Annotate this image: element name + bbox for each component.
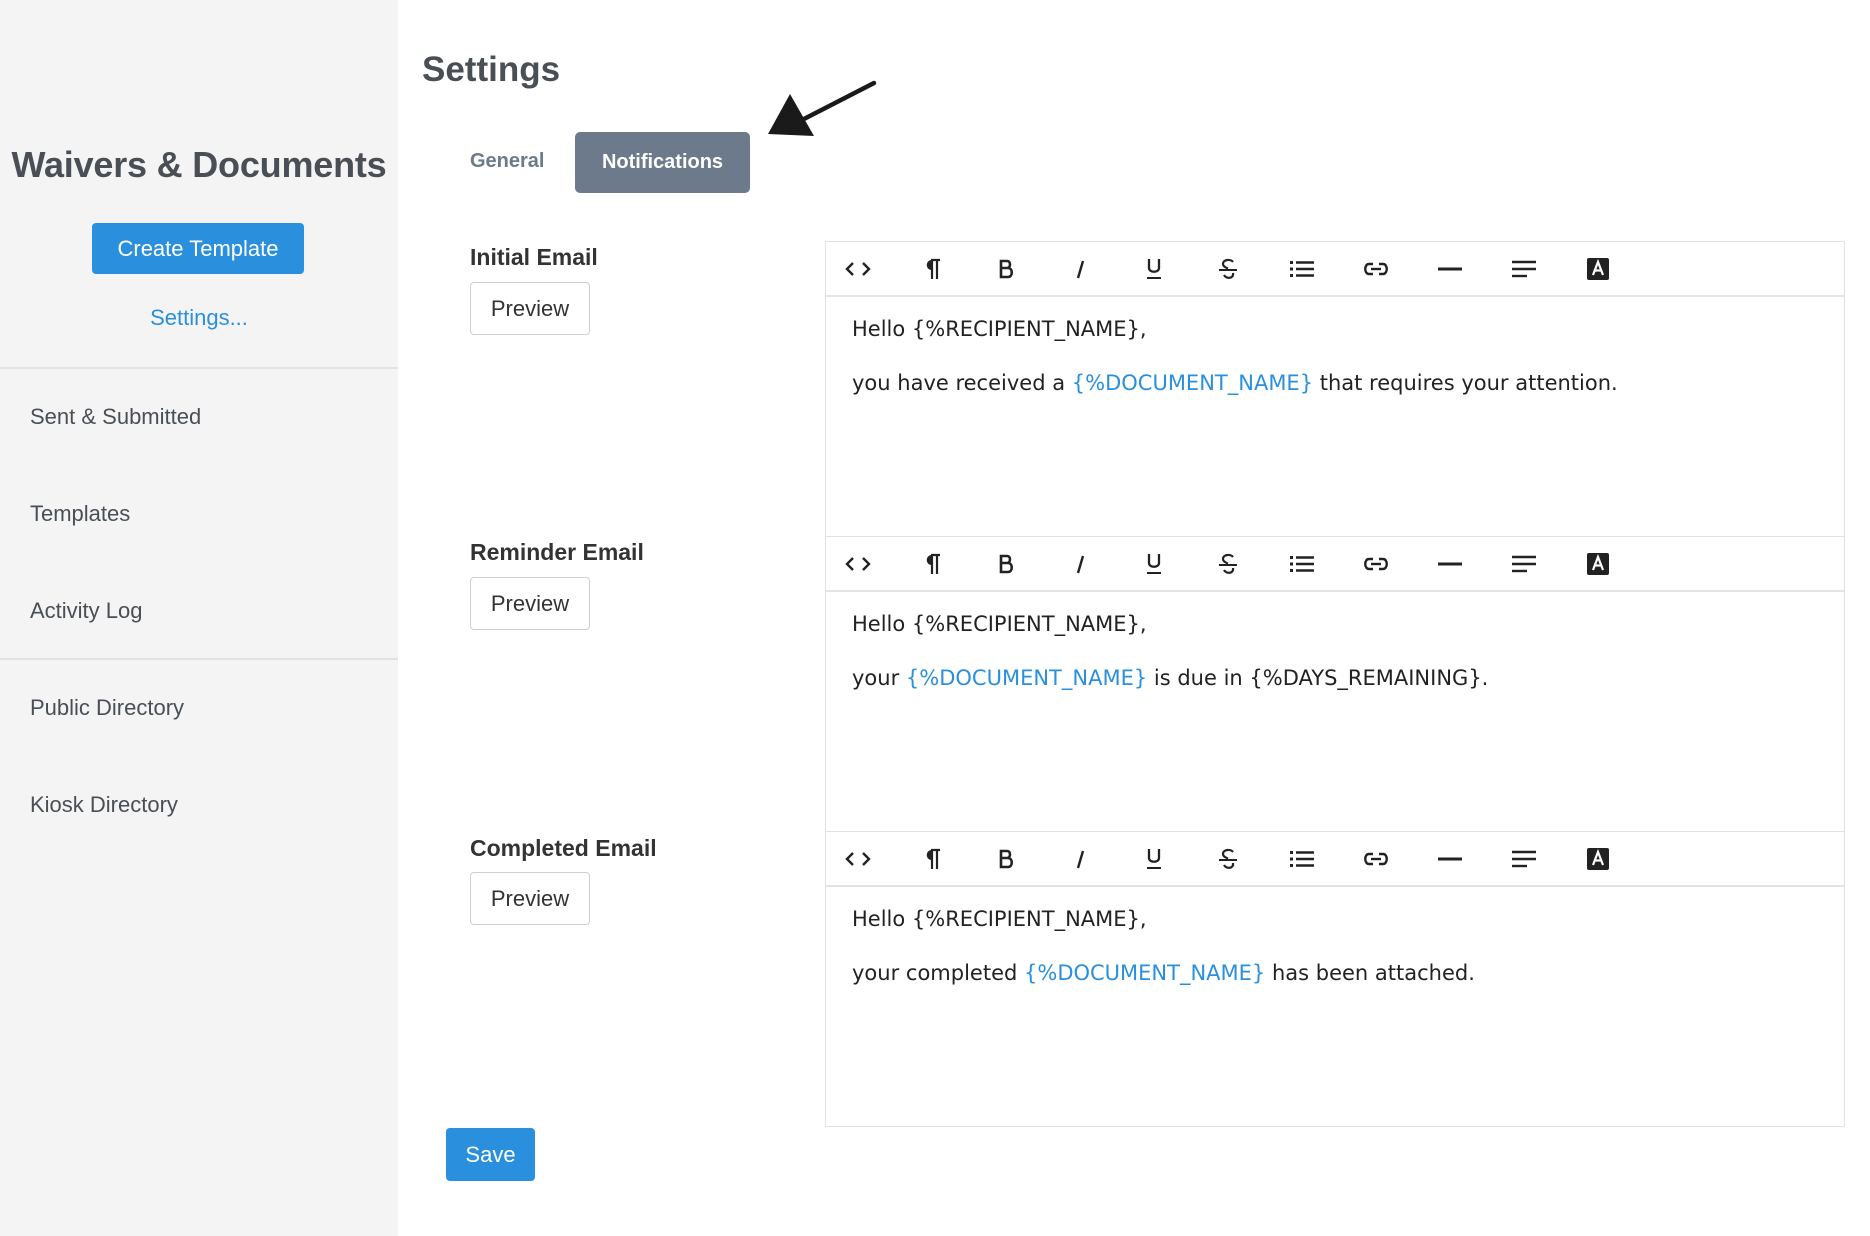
editor-text: your bbox=[852, 666, 906, 690]
editor-line: your completed {%DOCUMENT_NAME} has been… bbox=[852, 963, 1818, 984]
tab-general[interactable]: General bbox=[470, 150, 544, 173]
italic-icon[interactable] bbox=[1060, 252, 1100, 286]
strikethrough-icon[interactable] bbox=[1208, 252, 1248, 286]
sidebar-divider bbox=[0, 367, 398, 369]
link-icon[interactable] bbox=[1356, 547, 1396, 581]
horizontal-rule-icon[interactable] bbox=[1430, 842, 1470, 876]
editor-line: your {%DOCUMENT_NAME} is due in {%DAYS_R… bbox=[852, 668, 1818, 689]
editor-line: you have received a {%DOCUMENT_NAME} tha… bbox=[852, 373, 1818, 394]
editor-toolbar bbox=[826, 242, 1844, 297]
reminder-email-editor[interactable]: Hello {%RECIPIENT_NAME}, your {%DOCUMENT… bbox=[825, 536, 1845, 832]
link-icon[interactable] bbox=[1356, 842, 1396, 876]
sidebar-item-sent-submitted[interactable]: Sent & Submitted bbox=[30, 404, 201, 430]
reminder-email-label: Reminder Email bbox=[470, 539, 644, 565]
horizontal-rule-icon[interactable] bbox=[1430, 252, 1470, 286]
save-button[interactable]: Save bbox=[446, 1128, 535, 1181]
paragraph-icon[interactable] bbox=[912, 547, 952, 581]
create-template-button[interactable]: Create Template bbox=[92, 223, 304, 274]
editor-greeting: Hello {%RECIPIENT_NAME}, bbox=[852, 612, 1147, 636]
editor-toolbar bbox=[826, 832, 1844, 887]
initial-email-preview-button[interactable]: Preview bbox=[470, 282, 590, 335]
main-content: Settings General Notifications Initial E… bbox=[398, 0, 1870, 1236]
editor-text: your completed bbox=[852, 961, 1024, 985]
underline-icon[interactable] bbox=[1134, 547, 1174, 581]
code-view-icon[interactable] bbox=[838, 252, 878, 286]
tab-notifications[interactable]: Notifications bbox=[575, 132, 750, 193]
bold-icon[interactable] bbox=[986, 252, 1026, 286]
link-icon[interactable] bbox=[1356, 252, 1396, 286]
settings-link[interactable]: Settings... bbox=[0, 305, 398, 331]
paragraph-icon[interactable] bbox=[912, 252, 952, 286]
initial-email-editor[interactable]: Hello {%RECIPIENT_NAME}, you have receiv… bbox=[825, 241, 1845, 537]
editor-body[interactable]: Hello {%RECIPIENT_NAME}, your completed … bbox=[826, 887, 1844, 1039]
paragraph-icon[interactable] bbox=[912, 842, 952, 876]
bulleted-list-icon[interactable] bbox=[1282, 252, 1322, 286]
page-title: Settings bbox=[422, 50, 561, 89]
initial-email-label: Initial Email bbox=[470, 244, 598, 270]
align-icon[interactable] bbox=[1504, 842, 1544, 876]
sidebar-item-templates[interactable]: Templates bbox=[30, 501, 130, 527]
app-root: Waivers & Documents Create Template Sett… bbox=[0, 0, 1870, 1236]
italic-icon[interactable] bbox=[1060, 547, 1100, 581]
sidebar: Waivers & Documents Create Template Sett… bbox=[0, 0, 398, 1236]
editor-greeting: Hello {%RECIPIENT_NAME}, bbox=[852, 907, 1147, 931]
horizontal-rule-icon[interactable] bbox=[1430, 547, 1470, 581]
code-view-icon[interactable] bbox=[838, 547, 878, 581]
sidebar-item-public-directory[interactable]: Public Directory bbox=[30, 695, 184, 721]
bold-icon[interactable] bbox=[986, 842, 1026, 876]
bulleted-list-icon[interactable] bbox=[1282, 547, 1322, 581]
editor-toolbar bbox=[826, 537, 1844, 592]
sidebar-divider bbox=[0, 658, 398, 660]
editor-body[interactable]: Hello {%RECIPIENT_NAME}, your {%DOCUMENT… bbox=[826, 592, 1844, 744]
sidebar-item-kiosk-directory[interactable]: Kiosk Directory bbox=[30, 792, 178, 818]
pointer-arrow-icon bbox=[768, 80, 877, 136]
document-name-token: {%DOCUMENT_NAME} bbox=[905, 666, 1148, 690]
text-color-icon[interactable] bbox=[1578, 842, 1618, 876]
bulleted-list-icon[interactable] bbox=[1282, 842, 1322, 876]
completed-email-preview-button[interactable]: Preview bbox=[470, 872, 590, 925]
sidebar-title: Waivers & Documents bbox=[11, 144, 387, 185]
editor-greeting: Hello {%RECIPIENT_NAME}, bbox=[852, 317, 1147, 341]
editor-text: you have received a bbox=[852, 371, 1072, 395]
completed-email-label: Completed Email bbox=[470, 835, 657, 861]
reminder-email-preview-button[interactable]: Preview bbox=[470, 577, 590, 630]
text-color-icon[interactable] bbox=[1578, 252, 1618, 286]
code-view-icon[interactable] bbox=[838, 842, 878, 876]
editor-body[interactable]: Hello {%RECIPIENT_NAME}, you have receiv… bbox=[826, 297, 1844, 449]
text-color-icon[interactable] bbox=[1578, 547, 1618, 581]
align-icon[interactable] bbox=[1504, 547, 1544, 581]
editor-text: is due in {%DAYS_REMAINING}. bbox=[1147, 666, 1489, 690]
underline-icon[interactable] bbox=[1134, 842, 1174, 876]
sidebar-item-activity-log[interactable]: Activity Log bbox=[30, 598, 143, 624]
completed-email-editor[interactable]: Hello {%RECIPIENT_NAME}, your completed … bbox=[825, 831, 1845, 1127]
editor-text: has been attached. bbox=[1265, 961, 1475, 985]
document-name-token: {%DOCUMENT_NAME} bbox=[1071, 371, 1314, 395]
strikethrough-icon[interactable] bbox=[1208, 547, 1248, 581]
align-icon[interactable] bbox=[1504, 252, 1544, 286]
bold-icon[interactable] bbox=[986, 547, 1026, 581]
editor-text: that requires your attention. bbox=[1313, 371, 1618, 395]
italic-icon[interactable] bbox=[1060, 842, 1100, 876]
document-name-token: {%DOCUMENT_NAME} bbox=[1024, 961, 1266, 985]
strikethrough-icon[interactable] bbox=[1208, 842, 1248, 876]
underline-icon[interactable] bbox=[1134, 252, 1174, 286]
